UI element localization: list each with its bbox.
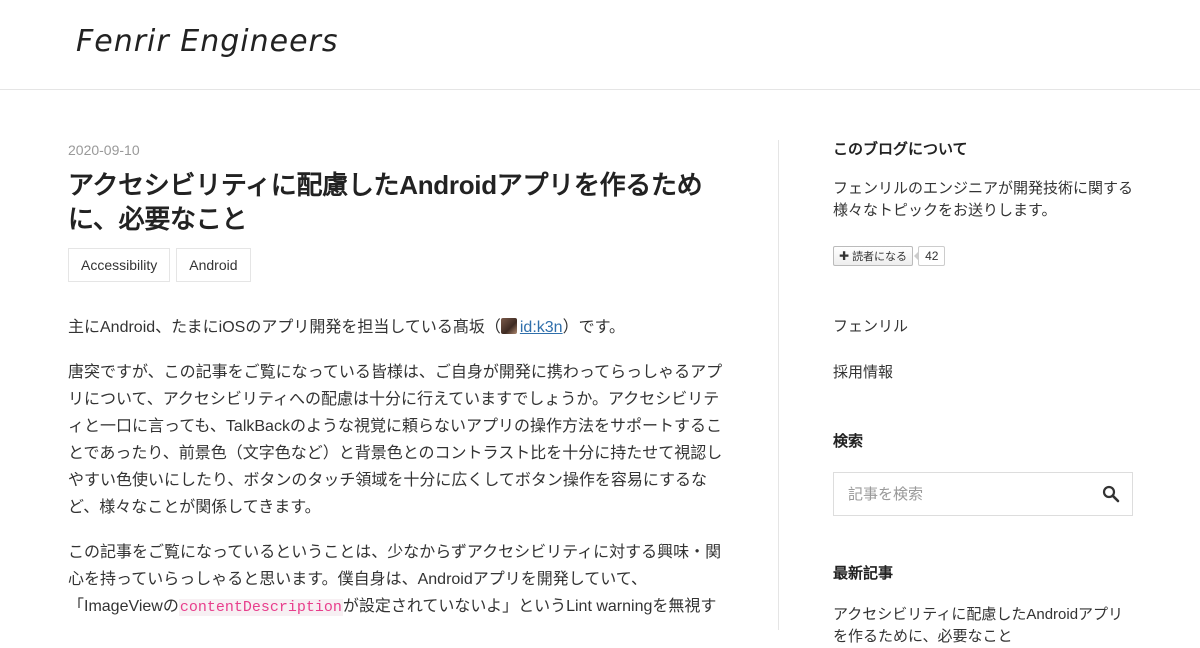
intro-text-before: 主にAndroid、たまにiOSのアプリ開発を担当している髙坂（ (68, 319, 501, 336)
tag-android[interactable]: Android (176, 248, 251, 282)
user-avatar (500, 318, 517, 334)
sidebar-link-recruit[interactable]: 採用情報 (833, 362, 1133, 384)
sidebar-links: フェンリル 採用情報 (833, 316, 1133, 384)
search-input[interactable] (846, 484, 1090, 504)
search-heading: 検索 (833, 433, 864, 450)
intro-text-after: ）です。 (562, 319, 625, 336)
about-module: このブログについて フェンリルのエンジニアが開発技術に関する様々なトピックをお送… (833, 140, 1133, 266)
column-divider (778, 140, 779, 630)
user-id-link[interactable]: id:k3n (520, 319, 563, 336)
tag-accessibility[interactable]: Accessibility (68, 248, 171, 282)
recent-heading: 最新記事 (833, 565, 894, 582)
site-header: Fenrir Engineers (0, 0, 1200, 90)
plus-icon: ✚ (839, 249, 850, 263)
inline-code: contentDescription (178, 599, 343, 616)
about-heading: このブログについて (833, 141, 968, 158)
paragraph-3: この記事をご覧になっているということは、少なからずアクセシビリティに対する興味・… (68, 539, 728, 621)
search-icon[interactable] (1102, 485, 1120, 503)
entry-tags: Accessibility Android (68, 248, 728, 282)
sidebar-link-fenrir[interactable]: フェンリル (833, 316, 1133, 338)
search-module: 検索 (833, 432, 1133, 516)
site-title[interactable]: Fenrir Engineers (76, 24, 339, 59)
paragraph-intro: 主にAndroid、たまにiOSのアプリ開発を担当している髙坂（ id:k3n）で… (68, 314, 728, 341)
subscribe-widget: ✚ 読者になる 42 (833, 246, 1133, 266)
sidebar: このブログについて フェンリルのエンジニアが開発技術に関する様々なトピックをお送… (833, 140, 1133, 648)
entry-date[interactable]: 2020-09-10 (68, 140, 728, 160)
paragraph-2: 唐突ですが、この記事をご覧になっている皆様は、ご自身が開発に携わってらっしゃるア… (68, 364, 723, 516)
main-content: 2020-09-10 アクセシビリティに配慮したAndroidアプリを作るために… (68, 140, 728, 639)
subscribe-label: 読者になる (852, 251, 908, 263)
entry-title[interactable]: アクセシビリティに配慮したAndroidアプリを作るために、必要なこと (68, 168, 728, 236)
about-text: フェンリルのエンジニアが開発技術に関する様々なトピックをお送りします。 (833, 180, 1134, 219)
subscriber-count: 42 (914, 246, 946, 266)
search-box (833, 472, 1133, 516)
subscribe-button[interactable]: ✚ 読者になる (833, 246, 914, 266)
recent-module: 最新記事 アクセシビリティに配慮したAndroidアプリを作るために、必要なこと (833, 564, 1133, 648)
recent-entry-link[interactable]: アクセシビリティに配慮したAndroidアプリを作るために、必要なこと (833, 604, 1133, 648)
paragraph-3-text-2: が設定されていないよ」というLint warningを無視す (342, 598, 717, 615)
